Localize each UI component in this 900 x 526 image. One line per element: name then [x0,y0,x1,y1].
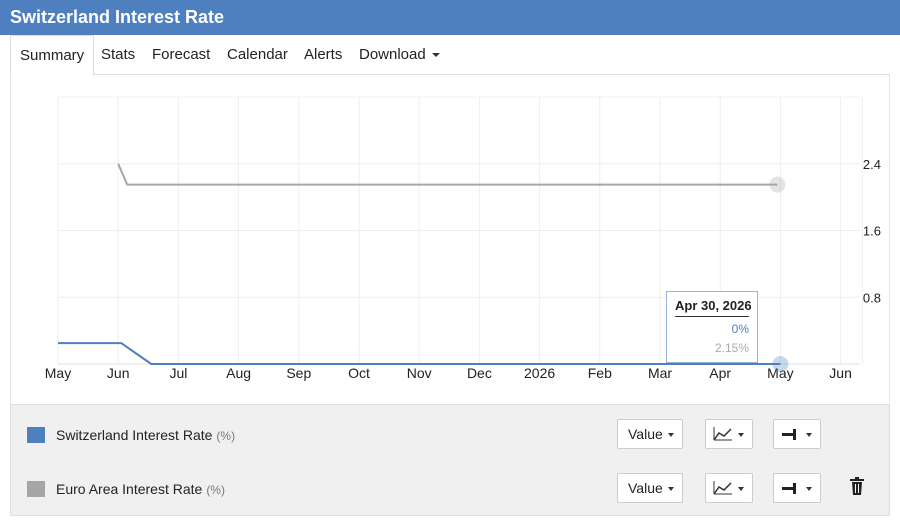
axis-dropdown[interactable] [773,419,821,449]
x-tick-label: Jul [169,365,187,381]
caret-down-icon [806,487,812,491]
line-chart-icon [713,427,732,441]
value-dropdown-label: Value [628,480,663,496]
series-name: Switzerland Interest Rate [56,427,213,443]
line-chart[interactable]: 0.8 1.6 2.4 May Jun Jul Aug Sep Oct Nov Dec 2026 Feb… [0,0,900,404]
legend-row-euro-area: Euro Area Interest Rate (%) Value [11,469,891,509]
series-label: Switzerland Interest Rate (%) [56,427,235,443]
trash-icon[interactable] [849,477,865,495]
axis-icon [782,429,796,440]
legend-row-switzerland: Switzerland Interest Rate (%) Value [11,415,891,455]
x-tick-label: May [45,365,71,381]
tooltip-value-euro-area: 2.15% [714,341,749,355]
highlight-point-switzerland [772,356,789,372]
series-color-swatch[interactable] [27,427,45,443]
series-label: Euro Area Interest Rate (%) [56,481,225,497]
x-tick-label: Oct [348,365,370,381]
x-tick-label: Jun [829,365,852,381]
x-tick-label: Sep [286,365,311,381]
series-name: Euro Area Interest Rate [56,481,203,497]
axis-icon [782,483,796,494]
value-dropdown-label: Value [628,426,663,442]
x-tick-label: Apr [709,365,731,381]
series-legend-panel: Switzerland Interest Rate (%) Value Euro … [10,404,890,516]
series-unit: (%) [216,429,236,443]
caret-down-icon [668,487,674,491]
y-tick-label: 2.4 [863,157,881,172]
caret-down-icon [738,487,744,491]
value-dropdown[interactable]: Value [617,419,683,449]
x-tick-label: Aug [226,365,251,381]
chart-tooltip: Apr 30, 2026 0% 2.15% [666,291,758,363]
value-dropdown[interactable]: Value [617,473,683,503]
caret-down-icon [806,433,812,437]
axis-dropdown[interactable] [773,473,821,503]
series-unit: (%) [206,483,225,497]
x-tick-label: Mar [648,365,672,381]
x-tick-label: Nov [407,365,432,381]
chart-type-dropdown[interactable] [705,419,753,449]
x-tick-label: 2026 [524,365,555,381]
tooltip-date: Apr 30, 2026 [675,298,752,317]
chart-type-dropdown[interactable] [705,473,753,503]
y-tick-label: 1.6 [863,224,881,239]
x-tick-label: Dec [467,365,492,381]
line-chart-icon [713,481,732,495]
y-tick-label: 0.8 [863,290,881,305]
highlight-point-euro-area [769,176,786,193]
tooltip-value-switzerland: 0% [731,322,749,336]
series-color-swatch[interactable] [27,481,45,497]
caret-down-icon [668,433,674,437]
series-line-euro-area [117,163,778,186]
x-tick-label: Jun [107,365,130,381]
x-tick-label: Feb [588,365,612,381]
caret-down-icon [738,433,744,437]
